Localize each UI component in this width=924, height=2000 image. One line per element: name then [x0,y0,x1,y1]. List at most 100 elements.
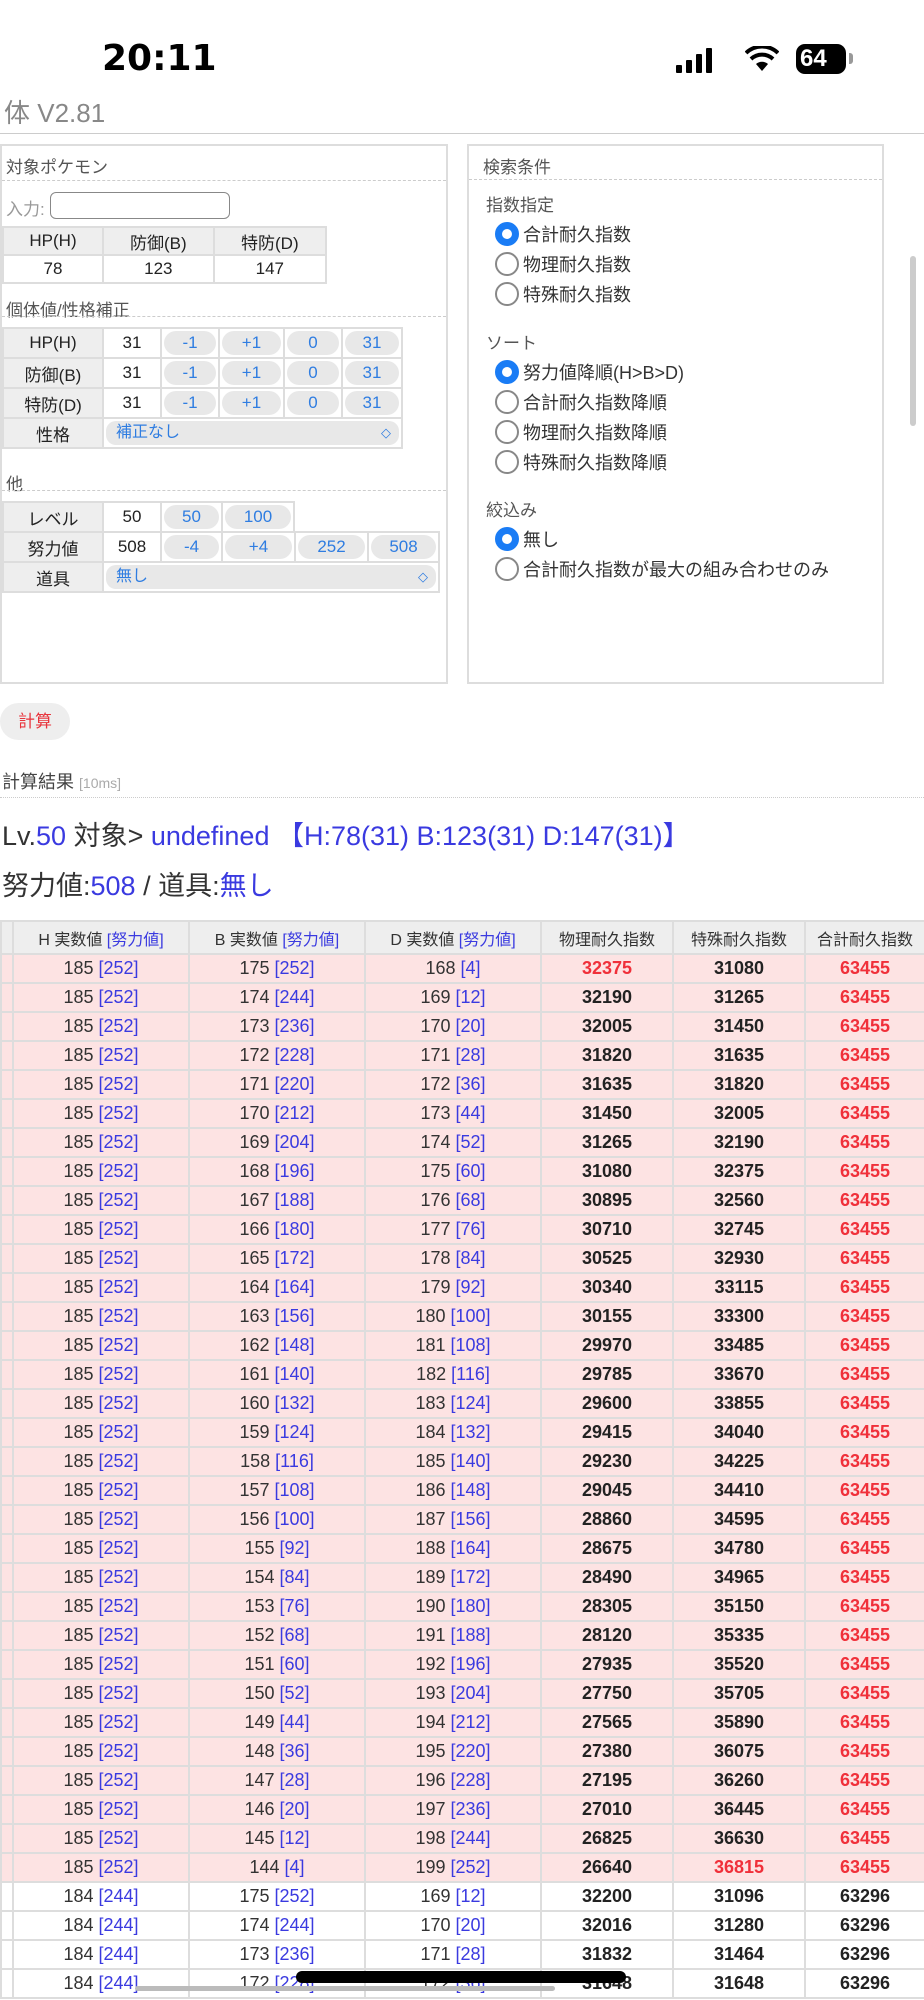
ev-508-button[interactable]: 508 [371,535,436,559]
table-row[interactable]: 185 [252] 175 [252] 168 [4] 32375 31080 63455 [0,953,924,984]
table-row[interactable]: 185 [252] 172 [228] 171 [28] 31820 31635 6345… [0,1040,924,1071]
table-row[interactable]: 184 [244] 175 [252] 169 [12] 32200 31096 6329… [0,1881,924,1912]
radio-filter-option[interactable]: 無し [495,524,829,554]
ev-plus4-button[interactable]: +4 [225,535,292,559]
table-row[interactable]: 185 [252] 144 [4] 199 [252] 26640 36815 63455 [0,1852,924,1883]
ev-value: [252] [98,1045,139,1065]
table-row[interactable]: 185 [252] 150 [52] 193 [204] 27750 35705 6345… [0,1678,924,1709]
table-row[interactable]: 185 [252] 156 [100] 187 [156] 28860 34595 634… [0,1504,924,1535]
pokemon-name-input[interactable] [50,192,230,219]
calculate-button[interactable]: 計算 [0,703,70,740]
radio-button-icon[interactable] [495,222,519,246]
table-row[interactable]: 185 [252] 152 [68] 191 [188] 28120 35335 6345… [0,1620,924,1651]
table-row[interactable]: 185 [252] 159 [124] 184 [132] 29415 34040 634… [0,1417,924,1448]
column-header[interactable]: 特殊耐久指数 [672,920,806,955]
ev-value: [20] [455,1915,486,1935]
table-row[interactable]: 185 [252] 151 [60] 192 [196] 27935 35520 6345… [0,1649,924,1680]
radio-button-icon[interactable] [495,557,519,581]
stat-value: 163 [239,1306,270,1326]
ev-total: 508 [90,871,136,901]
table-row[interactable]: 185 [252] 154 [84] 189 [172] 28490 34965 6345… [0,1562,924,1593]
table-row[interactable]: 185 [252] 148 [36] 195 [220] 27380 36075 6345… [0,1736,924,1767]
radio-sort-option[interactable]: 努力値降順(H>B>D) [495,357,684,387]
scrollbar[interactable] [910,256,916,426]
iv-hp-minus-button[interactable]: -1 [164,331,216,355]
stat-value: 185 [63,1248,94,1268]
stat-value: 173 [239,1944,270,1964]
table-row[interactable]: 185 [252] 153 [76] 190 [180] 28305 35150 6345… [0,1591,924,1622]
stat-value: 183 [415,1393,446,1413]
radio-sort-option[interactable]: 合計耐久指数降順 [495,387,684,417]
table-row[interactable]: 185 [252] 163 [156] 180 [100] 30155 33300 634… [0,1301,924,1332]
ev-value: [100] [274,1509,315,1529]
table-row[interactable]: 185 [252] 164 [164] 179 [92] 30340 33115 6345… [0,1272,924,1303]
iv-spdef-zero-button[interactable]: 0 [287,391,339,415]
horizontal-scrollbar[interactable] [135,1986,555,1991]
iv-def-minus-button[interactable]: -1 [164,361,216,385]
table-row[interactable]: 185 [252] 173 [236] 170 [20] 32005 31450 6345… [0,1011,924,1042]
table-row[interactable]: 185 [252] 169 [204] 174 [52] 31265 32190 6345… [0,1127,924,1158]
iv-spdef-max-button[interactable]: 31 [345,391,399,415]
table-row[interactable]: 185 [252] 160 [132] 183 [124] 29600 33855 634… [0,1388,924,1419]
level-50-button[interactable]: 50 [164,505,219,529]
iv-def-max-button[interactable]: 31 [345,361,399,385]
radio-button-icon[interactable] [495,527,519,551]
ev-252-button[interactable]: 252 [298,535,365,559]
column-header[interactable]: 物理耐久指数 [540,920,674,955]
iv-spdef-plus-button[interactable]: +1 [222,391,281,415]
column-header[interactable]: D 実数値 [努力値] [364,920,542,955]
radio-sort-option[interactable]: 特殊耐久指数降順 [495,447,684,477]
table-row[interactable]: 184 [244] 173 [236] 171 [28] 31832 31464 6329… [0,1939,924,1970]
ev-value: [116] [451,1364,490,1384]
radio-sort-option[interactable]: 物理耐久指数降順 [495,417,684,447]
iv-hp-zero-button[interactable]: 0 [287,331,339,355]
item-select[interactable]: 無し ◇ [106,565,436,589]
ev-value: [132] [450,1422,491,1442]
table-row[interactable]: 185 [252] 170 [212] 173 [44] 31450 32005 6345… [0,1098,924,1129]
nature-select[interactable]: 補正なし ◇ [106,421,399,445]
radio-button-icon[interactable] [495,282,519,306]
table-row[interactable]: 185 [252] 167 [188] 176 [68] 30895 32560 6345… [0,1185,924,1216]
table-row[interactable]: 185 [252] 145 [12] 198 [244] 26825 36630 6345… [0,1823,924,1854]
table-row[interactable]: 185 [252] 166 [180] 177 [76] 30710 32745 6345… [0,1214,924,1245]
radio-button-icon[interactable] [495,252,519,276]
table-row[interactable]: 185 [252] 155 [92] 188 [164] 28675 34780 6345… [0,1533,924,1564]
iv-spdef-minus-button[interactable]: -1 [164,391,216,415]
ev-minus4-button[interactable]: -4 [164,535,219,559]
table-row[interactable]: 185 [252] 157 [108] 186 [148] 29045 34410 634… [0,1475,924,1506]
table-row[interactable]: 185 [252] 165 [172] 178 [84] 30525 32930 6345… [0,1243,924,1274]
table-row[interactable]: 185 [252] 161 [140] 182 [116] 29785 33670 634… [0,1359,924,1390]
table-row[interactable]: 185 [252] 149 [44] 194 [212] 27565 35890 6345… [0,1707,924,1738]
column-header[interactable]: B 実数値 [努力値] [188,920,366,955]
table-cell [0,1446,14,1477]
table-row[interactable]: 185 [252] 162 [148] 181 [108] 29970 33485 634… [0,1330,924,1361]
table-row[interactable]: 184 [244] 174 [244] 170 [20] 32016 31280 6329… [0,1910,924,1941]
index-cell: 63455 [804,1649,924,1680]
iv-def-plus-button[interactable]: +1 [222,361,281,385]
header-text: B 実数値 [214,931,283,949]
table-row[interactable]: 185 [252] 168 [196] 175 [60] 31080 32375 6345… [0,1156,924,1187]
stat-cell: 152 [68] [188,1620,366,1651]
ev-value: [252] [98,1335,139,1355]
column-header[interactable]: H 実数値 [努力値] [12,920,190,955]
iv-hp-max-button[interactable]: 31 [345,331,399,355]
table-row[interactable]: 185 [252] 147 [28] 196 [228] 27195 36260 6345… [0,1765,924,1796]
column-header[interactable]: 合計耐久指数 [804,920,924,955]
radio-button-icon[interactable] [495,450,519,474]
table-row[interactable]: 185 [252] 174 [244] 169 [12] 32190 31265 6345… [0,982,924,1013]
stat-cell: 185 [252] [12,1185,190,1216]
iv-def-zero-button[interactable]: 0 [287,361,339,385]
table-row[interactable]: 185 [252] 146 [20] 197 [236] 27010 36445 6345… [0,1794,924,1825]
radio-index-option[interactable]: 特殊耐久指数 [495,279,631,309]
radio-filter-option[interactable]: 合計耐久指数が最大の組み合わせのみ [495,554,829,584]
table-row[interactable]: 185 [252] 158 [116] 185 [140] 29230 34225 634… [0,1446,924,1477]
radio-index-option[interactable]: 合計耐久指数 [495,219,631,249]
radio-button-icon[interactable] [495,420,519,444]
radio-button-icon[interactable] [495,390,519,414]
iv-hp-plus-button[interactable]: +1 [222,331,281,355]
radio-index-option[interactable]: 物理耐久指数 [495,249,631,279]
index-cell: 31464 [672,1939,806,1970]
radio-button-icon[interactable] [495,360,519,384]
level-100-button[interactable]: 100 [225,505,291,529]
table-row[interactable]: 185 [252] 171 [220] 172 [36] 31635 31820 6345… [0,1069,924,1100]
